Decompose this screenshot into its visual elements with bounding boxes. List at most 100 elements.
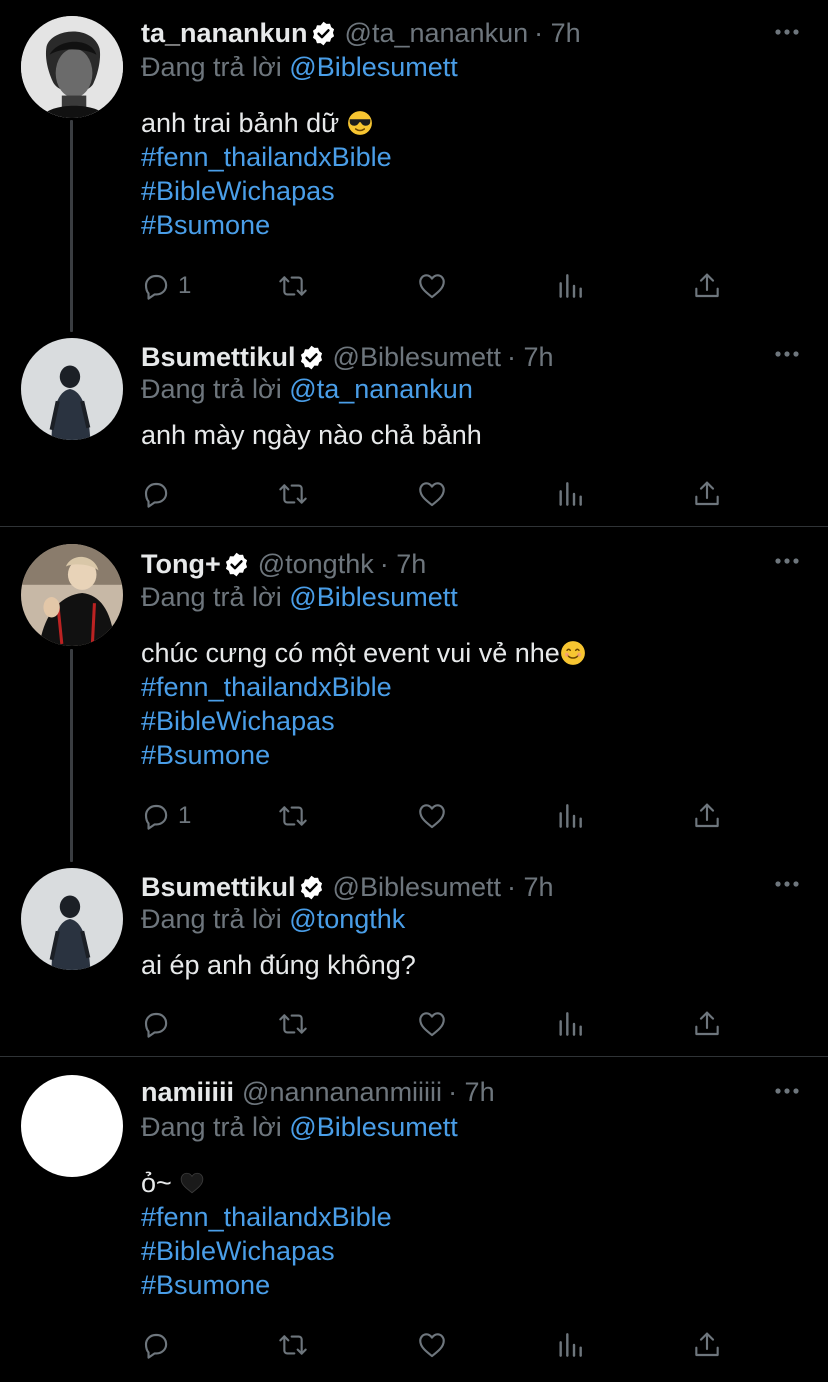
reply-button[interactable]: [140, 476, 172, 512]
tweet-body: anh mày ngày nào chả bảnh: [141, 420, 482, 450]
analytics-button[interactable]: [554, 1006, 586, 1042]
tweet-bsumettikul-reply-1[interactable]: Bsumettikul @Biblesumett · 7h Đang trả lời…: [0, 330, 828, 526]
reply-button[interactable]: 1: [140, 798, 191, 834]
timestamp[interactable]: · 7h: [448, 1077, 495, 1107]
heart-icon: [416, 800, 448, 832]
tweet-bsumettikul-reply-2[interactable]: Bsumettikul @Biblesumett · 7h Đang trả lời…: [0, 860, 828, 1056]
more-icon[interactable]: [774, 27, 800, 37]
tweet-body: ỏ~: [141, 1168, 172, 1198]
smiling-face-icon: [560, 641, 585, 665]
tweet-body: ai ép anh đúng không?: [141, 950, 416, 980]
display-name[interactable]: Bsumettikul: [141, 342, 296, 372]
retweet-button[interactable]: [277, 798, 309, 834]
hashtag-link[interactable]: #Bsumone: [141, 1268, 392, 1302]
more-icon[interactable]: [774, 349, 800, 359]
share-icon: [691, 478, 723, 510]
reply-mention[interactable]: @ta_nanankun: [289, 374, 473, 404]
user-handle[interactable]: @Biblesumett: [333, 872, 501, 902]
timestamp[interactable]: · 7h: [534, 18, 581, 48]
retweet-button[interactable]: [277, 268, 309, 304]
reply-button[interactable]: 1: [140, 268, 191, 304]
more-icon[interactable]: [774, 556, 800, 566]
reply-icon: [140, 478, 172, 510]
tweet-tongthk[interactable]: Tong+ @tongthk · 7h Đang trả lời @Biblesum…: [0, 527, 828, 862]
avatar[interactable]: [21, 338, 123, 440]
reply-button[interactable]: [140, 1327, 172, 1363]
heart-icon: [416, 1008, 448, 1040]
tweet-ta-nanankun[interactable]: ta_nanankun @ta_nanankun · 7h Đang trả lời…: [0, 0, 828, 332]
timestamp[interactable]: · 7h: [507, 872, 554, 902]
reply-mention[interactable]: @Biblesumett: [289, 52, 457, 82]
hashtag-link[interactable]: #fenn_thailandxBible: [141, 140, 392, 174]
tweet-actions: [140, 1006, 730, 1042]
analytics-button[interactable]: [554, 476, 586, 512]
hashtag-link[interactable]: #Bsumone: [141, 738, 586, 772]
black-heart-icon: [181, 1172, 204, 1194]
reply-mention[interactable]: @tongthk: [289, 904, 405, 934]
user-handle[interactable]: @nannananmiiiii: [242, 1077, 442, 1107]
reply-button[interactable]: [140, 1006, 172, 1042]
share-button[interactable]: [691, 1327, 723, 1363]
display-name[interactable]: Tong+: [141, 549, 221, 579]
reply-mention[interactable]: @Biblesumett: [289, 582, 457, 612]
retweet-button[interactable]: [277, 1006, 309, 1042]
verified-badge-icon: [298, 344, 325, 371]
reply-context: Đang trả lời @Biblesumett: [141, 1114, 458, 1141]
reply-icon: [140, 800, 172, 832]
reply-context: Đang trả lời @Biblesumett: [141, 584, 458, 611]
analytics-button[interactable]: [554, 268, 586, 304]
like-button[interactable]: [416, 798, 448, 834]
user-handle[interactable]: @ta_nanankun: [345, 18, 529, 48]
tweet-text: anh mày ngày nào chả bảnh: [141, 418, 482, 452]
share-button[interactable]: [691, 1006, 723, 1042]
verified-badge-icon: [298, 874, 325, 901]
tweet-actions: 1: [140, 798, 730, 834]
retweet-button[interactable]: [277, 1327, 309, 1363]
hashtag-link[interactable]: #fenn_thailandxBible: [141, 670, 586, 704]
display-name[interactable]: Bsumettikul: [141, 872, 296, 902]
tweet-namiiiii[interactable]: namiiiii @nannananmiiiii · 7h Đang trả lời…: [0, 1057, 828, 1382]
thread-line: [70, 120, 73, 332]
analytics-icon: [554, 478, 586, 510]
timestamp[interactable]: · 7h: [507, 342, 554, 372]
analytics-button[interactable]: [554, 798, 586, 834]
hashtag-link[interactable]: #BibleWichapas: [141, 1234, 392, 1268]
hashtag-link[interactable]: #BibleWichapas: [141, 174, 392, 208]
reply-context: Đang trả lời @ta_nanankun: [141, 376, 473, 403]
share-button[interactable]: [691, 798, 723, 834]
hashtag-link[interactable]: #BibleWichapas: [141, 704, 586, 738]
more-icon[interactable]: [774, 1086, 800, 1096]
like-button[interactable]: [416, 1006, 448, 1042]
analytics-button[interactable]: [554, 1327, 586, 1363]
timestamp[interactable]: · 7h: [380, 549, 427, 579]
like-button[interactable]: [416, 476, 448, 512]
user-handle[interactable]: @tongthk: [258, 549, 374, 579]
avatar[interactable]: [21, 868, 123, 970]
reply-context: Đang trả lời @Biblesumett: [141, 54, 458, 81]
more-icon[interactable]: [774, 879, 800, 889]
share-button[interactable]: [691, 268, 723, 304]
hashtag-link[interactable]: #fenn_thailandxBible: [141, 1200, 392, 1234]
retweet-button[interactable]: [277, 476, 309, 512]
avatar[interactable]: [21, 1075, 123, 1177]
heart-icon: [416, 478, 448, 510]
hashtag-link[interactable]: #Bsumone: [141, 208, 392, 242]
share-button[interactable]: [691, 476, 723, 512]
share-icon: [691, 1329, 723, 1361]
verified-badge-icon: [310, 20, 337, 47]
analytics-icon: [554, 1329, 586, 1361]
display-name[interactable]: ta_nanankun: [141, 18, 308, 48]
like-button[interactable]: [416, 1327, 448, 1363]
replying-to-label: Đang trả lời: [141, 374, 282, 404]
avatar[interactable]: [21, 544, 123, 646]
reply-mention[interactable]: @Biblesumett: [289, 1112, 457, 1142]
user-handle[interactable]: @Biblesumett: [333, 342, 501, 372]
avatar[interactable]: [21, 16, 123, 118]
thread-line: [70, 649, 73, 862]
tweet-body: anh trai bảnh dữ: [141, 108, 340, 138]
like-button[interactable]: [416, 268, 448, 304]
tweet-body: chúc cưng có một event vui vẻ nhe: [141, 638, 560, 668]
reply-icon: [140, 270, 172, 302]
display-name[interactable]: namiiiii: [141, 1077, 234, 1107]
retweet-icon: [277, 270, 309, 302]
